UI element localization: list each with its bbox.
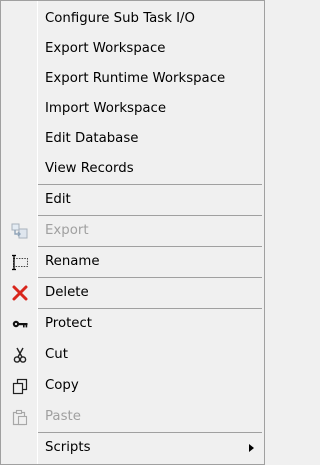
menu-separator <box>38 246 262 247</box>
menu-item-label: Protect <box>45 316 93 331</box>
menu-separator <box>38 277 262 278</box>
menu-item-label: Edit <box>45 192 71 207</box>
copy-icon <box>6 372 34 400</box>
menu-item-label: Import Workspace <box>45 101 167 116</box>
menu-item-view-records[interactable]: View Records <box>1 155 264 183</box>
rename-icon <box>6 248 34 276</box>
menu-item-label: Export Runtime Workspace <box>45 71 226 86</box>
menu-item-protect[interactable]: Protect <box>1 310 264 338</box>
menu-item-label: Copy <box>45 378 79 393</box>
key-icon <box>6 310 34 338</box>
menu-item-label: Delete <box>45 285 89 300</box>
menu-item-label: Paste <box>45 409 81 424</box>
menu-item-cut[interactable]: Cut <box>1 341 264 369</box>
scissors-icon <box>6 341 34 369</box>
menu-item-label: Scripts <box>45 440 91 455</box>
paste-icon <box>6 403 34 431</box>
delete-icon <box>6 279 34 307</box>
menu-item-rename[interactable]: Rename <box>1 248 264 276</box>
submenu-arrow-icon <box>249 444 254 452</box>
menu-item-export: Export <box>1 217 264 245</box>
export-icon <box>6 217 34 245</box>
menu-separator <box>38 308 262 309</box>
menu-item-label: Configure Sub Task I/O <box>45 11 195 26</box>
menu-separator <box>38 432 262 433</box>
menu-item-configure-sub-task-io[interactable]: Configure Sub Task I/O <box>1 5 264 33</box>
menu-item-label: Export <box>45 223 89 238</box>
menu-item-label: View Records <box>45 161 134 176</box>
menu-item-label: Edit Database <box>45 131 139 146</box>
menu-item-edit[interactable]: Edit <box>1 186 264 214</box>
context-menu: Configure Sub Task I/O Export Workspace … <box>0 0 265 465</box>
menu-separator <box>38 184 262 185</box>
menu-item-delete[interactable]: Delete <box>1 279 264 307</box>
menu-item-label: Cut <box>45 347 68 362</box>
menu-item-label: Rename <box>45 254 100 269</box>
menu-item-import-workspace[interactable]: Import Workspace <box>1 95 264 123</box>
menu-item-paste: Paste <box>1 403 264 431</box>
menu-item-scripts[interactable]: Scripts <box>1 434 264 462</box>
menu-item-copy[interactable]: Copy <box>1 372 264 400</box>
menu-item-export-workspace[interactable]: Export Workspace <box>1 35 264 63</box>
menu-item-edit-database[interactable]: Edit Database <box>1 125 264 153</box>
menu-item-label: Export Workspace <box>45 41 166 56</box>
menu-separator <box>38 215 262 216</box>
menu-item-export-runtime-workspace[interactable]: Export Runtime Workspace <box>1 65 264 93</box>
